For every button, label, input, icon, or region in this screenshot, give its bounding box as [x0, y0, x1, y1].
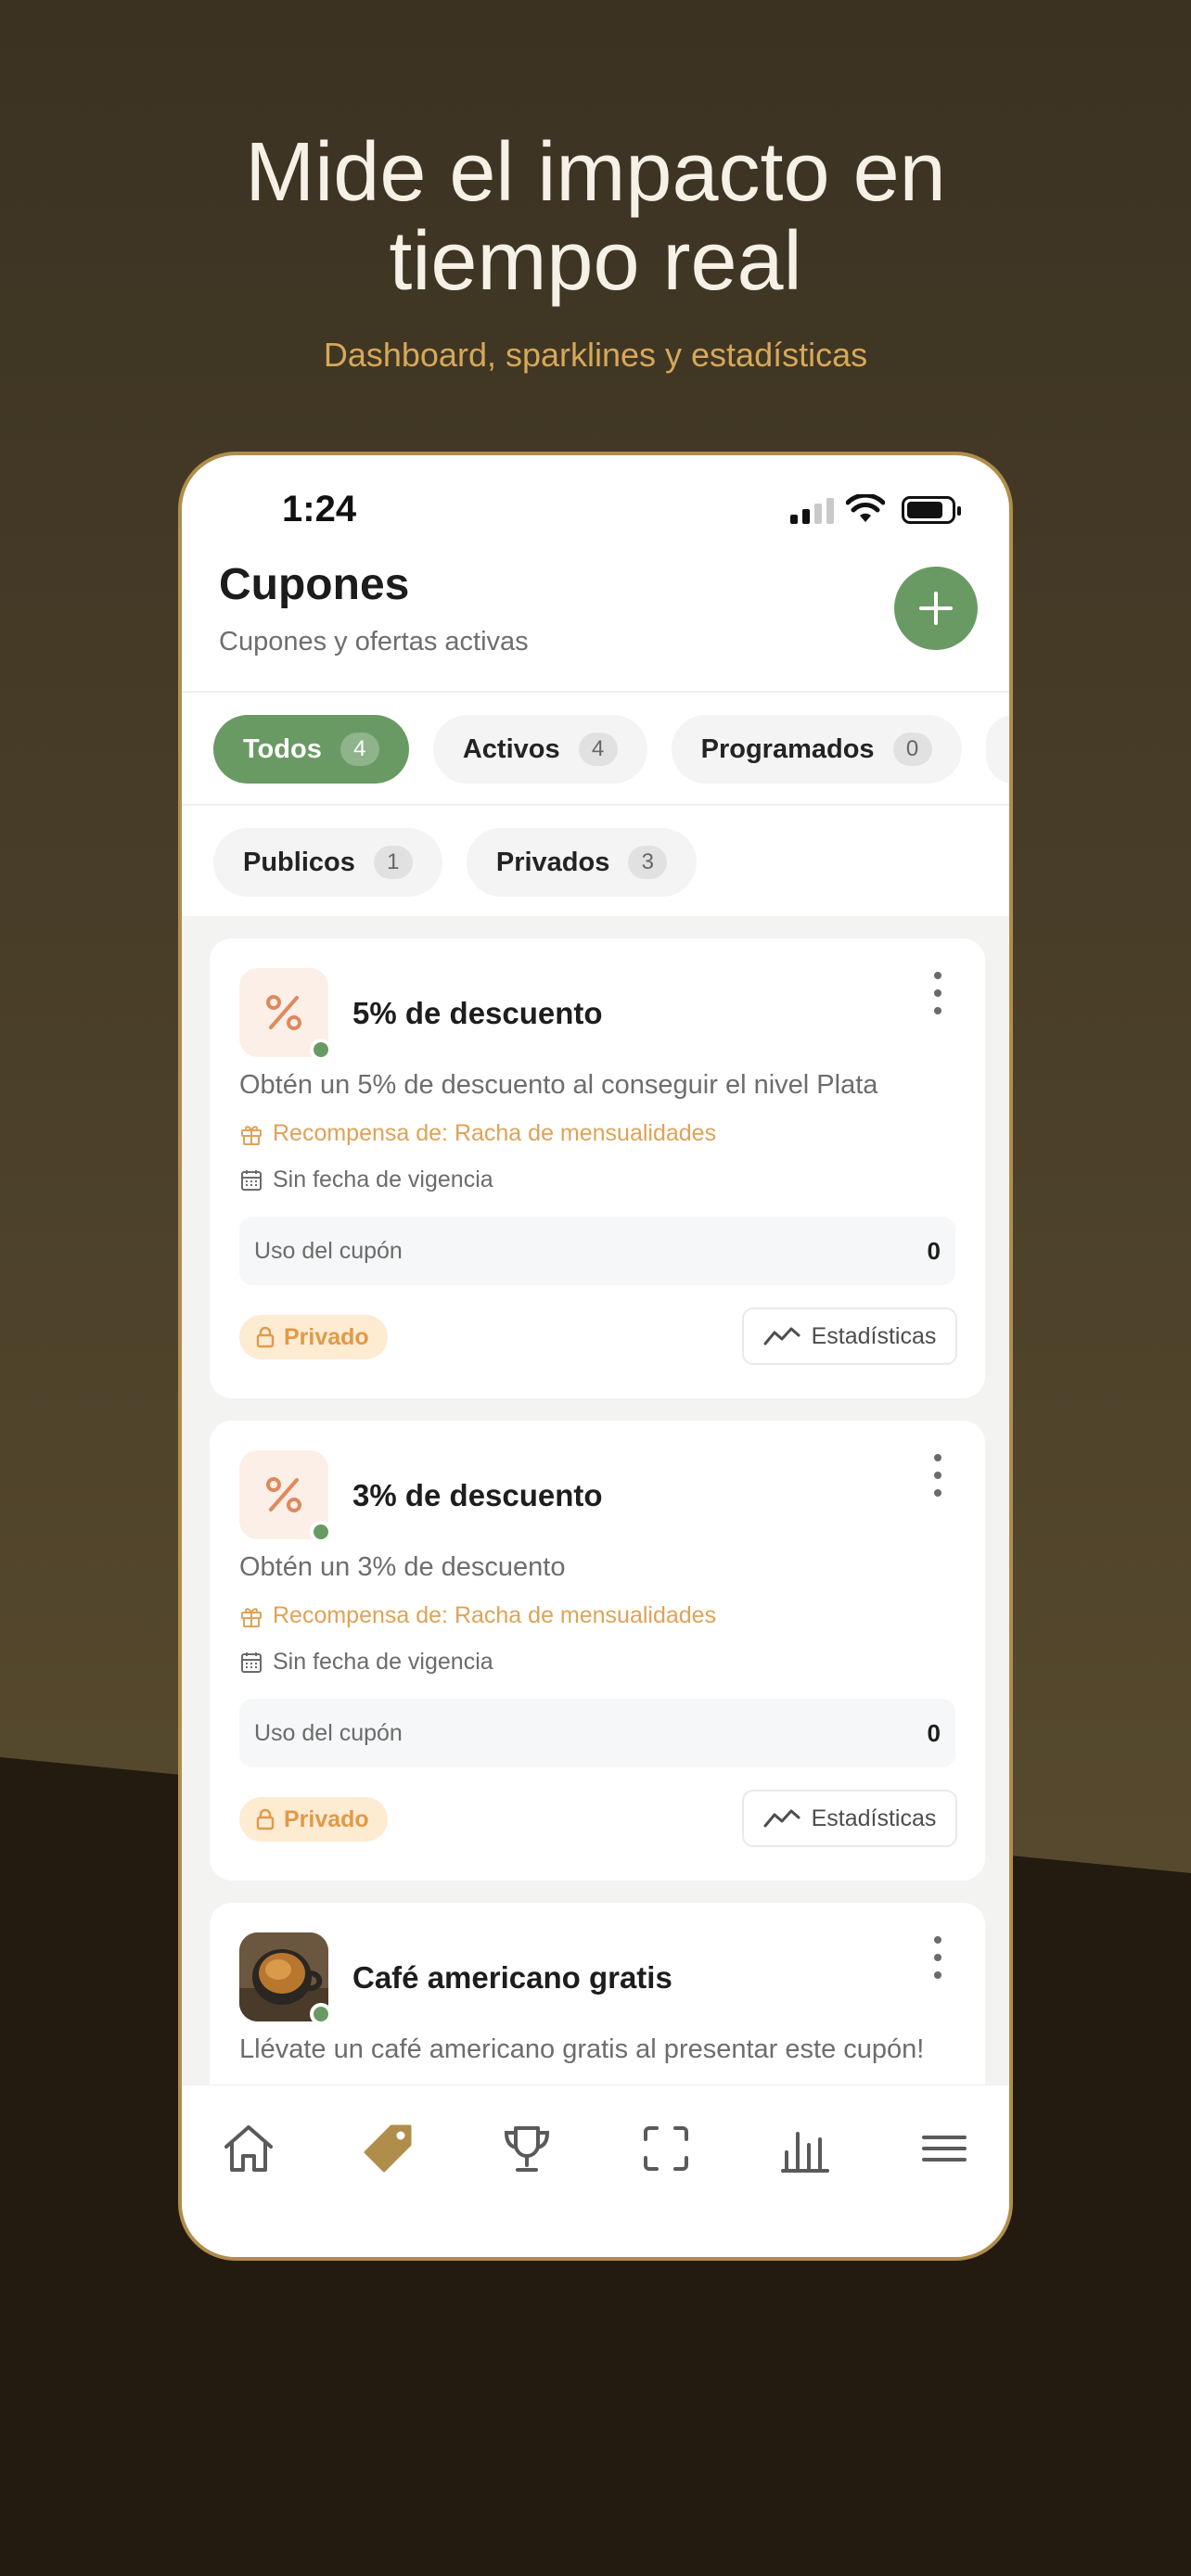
chip-label: Todos: [243, 733, 322, 764]
promo-headline-line1: Mide el impacto en: [245, 126, 946, 219]
tab-coupons[interactable]: [358, 2119, 417, 2178]
statistics-label: Estadísticas: [811, 1322, 937, 1349]
bottom-tab-bar: [182, 2085, 1009, 2257]
statistics-button[interactable]: Estadísticas: [742, 1307, 957, 1365]
coupon-validity: Sin fecha de vigencia: [239, 1167, 493, 1193]
chip-label: Publicos: [243, 847, 355, 877]
chip-count: 3: [628, 846, 668, 879]
percent-icon: [266, 1477, 301, 1512]
phone-frame: 1:24 Cupones Cupones y ofertas activas T…: [178, 452, 1013, 2261]
coupon-description: Llévate un café americano gratis al pres…: [239, 2034, 925, 2064]
statistics-button[interactable]: Estadísticas: [742, 1790, 957, 1847]
filter-chip-more[interactable]: [985, 715, 1009, 784]
cellular-signal-icon: [790, 498, 834, 524]
calendar-icon: [241, 1169, 262, 1191]
page-subtitle: Cupones y ofertas activas: [219, 627, 529, 657]
visibility-badge: Privado: [239, 1315, 388, 1359]
bar-chart-icon: [781, 2132, 829, 2173]
tab-scan[interactable]: [636, 2119, 696, 2178]
active-status-dot: [310, 1039, 332, 1061]
coupon-validity-text: Sin fecha de vigencia: [273, 1167, 493, 1192]
coupon-validity-text: Sin fecha de vigencia: [273, 1649, 493, 1675]
statistics-label: Estadísticas: [811, 1804, 937, 1831]
coupon-card[interactable]: 3% de descuento Obtén un 3% de descuento…: [210, 1421, 985, 1881]
add-coupon-button[interactable]: [894, 567, 978, 650]
chip-count: 1: [373, 846, 413, 879]
battery-icon: [902, 496, 961, 524]
usage-value: 0: [927, 1718, 941, 1747]
usage-value: 0: [927, 1236, 941, 1265]
home-icon: [224, 2125, 273, 2172]
chip-count: 0: [892, 733, 932, 766]
filter-chip-activos[interactable]: Activos 4: [432, 715, 647, 784]
divider: [182, 804, 1009, 806]
gift-icon: [241, 1125, 262, 1145]
coupon-description: Obtén un 5% de descuento al conseguir el…: [239, 1070, 878, 1100]
tab-home[interactable]: [219, 2119, 278, 2178]
filter-chip-publicos[interactable]: Publicos 1: [213, 828, 442, 897]
menu-icon: [922, 2136, 967, 2162]
coupon-title: Café americano gratis: [352, 1960, 672, 1995]
coupon-title: 3% de descuento: [352, 1478, 603, 1512]
lock-icon: [256, 1808, 275, 1830]
coupon-card[interactable]: Café americano gratis Llévate un café am…: [210, 1903, 985, 2085]
coupon-card[interactable]: 5% de descuento Obtén un 5% de descuento…: [210, 938, 985, 1398]
more-options-icon[interactable]: [924, 1454, 952, 1497]
gift-icon: [241, 1607, 262, 1627]
filter-chips-visibility: Publicos 1 Privados 3: [213, 828, 698, 897]
more-options-icon[interactable]: [924, 1936, 952, 1979]
coupon-usage: Uso del cupón 0: [239, 1217, 955, 1285]
filter-chip-programados[interactable]: Programados 0: [671, 715, 962, 784]
page-title: Cupones: [219, 560, 410, 609]
calendar-icon: [241, 1651, 262, 1673]
promo-headline-line2: tiempo real: [389, 215, 802, 308]
tab-menu[interactable]: [915, 2119, 974, 2178]
scan-icon: [644, 2126, 688, 2171]
trend-line-icon: [763, 1327, 800, 1345]
promo-subheadline: Dashboard, sparklines y estadísticas: [323, 336, 868, 374]
active-status-dot: [310, 1521, 332, 1543]
coupon-reward-text: Recompensa de: Racha de mensualidades: [273, 1120, 717, 1146]
status-bar: 1:24: [182, 455, 1009, 567]
plus-icon: [919, 592, 953, 625]
filter-chips-status: Todos 4 Activos 4 Programados 0: [213, 715, 1009, 784]
visibility-badge: Privado: [239, 1797, 388, 1842]
active-status-dot: [310, 2003, 332, 2025]
trophy-icon: [504, 2126, 550, 2172]
usage-label: Uso del cupón: [254, 1237, 403, 1264]
chip-label: Activos: [462, 733, 560, 764]
coupon-reward: Recompensa de: Racha de mensualidades: [239, 1120, 716, 1147]
more-options-icon[interactable]: [924, 972, 952, 1014]
coupon-description: Obtén un 3% de descuento: [239, 1552, 566, 1582]
visibility-label: Privado: [284, 1323, 369, 1350]
coupon-title: 5% de descuento: [352, 996, 603, 1030]
coupon-reward-text: Recompensa de: Racha de mensualidades: [273, 1602, 717, 1628]
chip-label: Privados: [495, 847, 610, 877]
coupon-validity: Sin fecha de vigencia: [239, 1649, 493, 1676]
tab-rewards[interactable]: [497, 2119, 557, 2178]
usage-label: Uso del cupón: [254, 1719, 403, 1746]
tab-statistics[interactable]: [775, 2119, 835, 2178]
visibility-label: Privado: [284, 1805, 369, 1832]
status-time: 1:24: [282, 489, 357, 529]
coupon-reward: Recompensa de: Racha de mensualidades: [239, 1602, 716, 1629]
coupon-usage: Uso del cupón 0: [239, 1699, 955, 1767]
tag-icon: [364, 2124, 412, 2173]
wifi-icon: [846, 494, 885, 522]
promo-headline: Mide el impacto en tiempo real: [0, 128, 1191, 306]
filter-chip-todos[interactable]: Todos 4: [213, 715, 409, 784]
lock-icon: [256, 1326, 275, 1348]
percent-icon: [266, 995, 301, 1030]
chip-label: Programados: [700, 733, 875, 764]
trend-line-icon: [763, 1809, 800, 1828]
filter-chip-privados[interactable]: Privados 3: [466, 828, 698, 897]
coupon-list: 5% de descuento Obtén un 5% de descuento…: [182, 916, 1009, 2085]
chip-count: 4: [578, 733, 618, 766]
divider: [182, 691, 1009, 693]
chip-count: 4: [339, 733, 379, 766]
